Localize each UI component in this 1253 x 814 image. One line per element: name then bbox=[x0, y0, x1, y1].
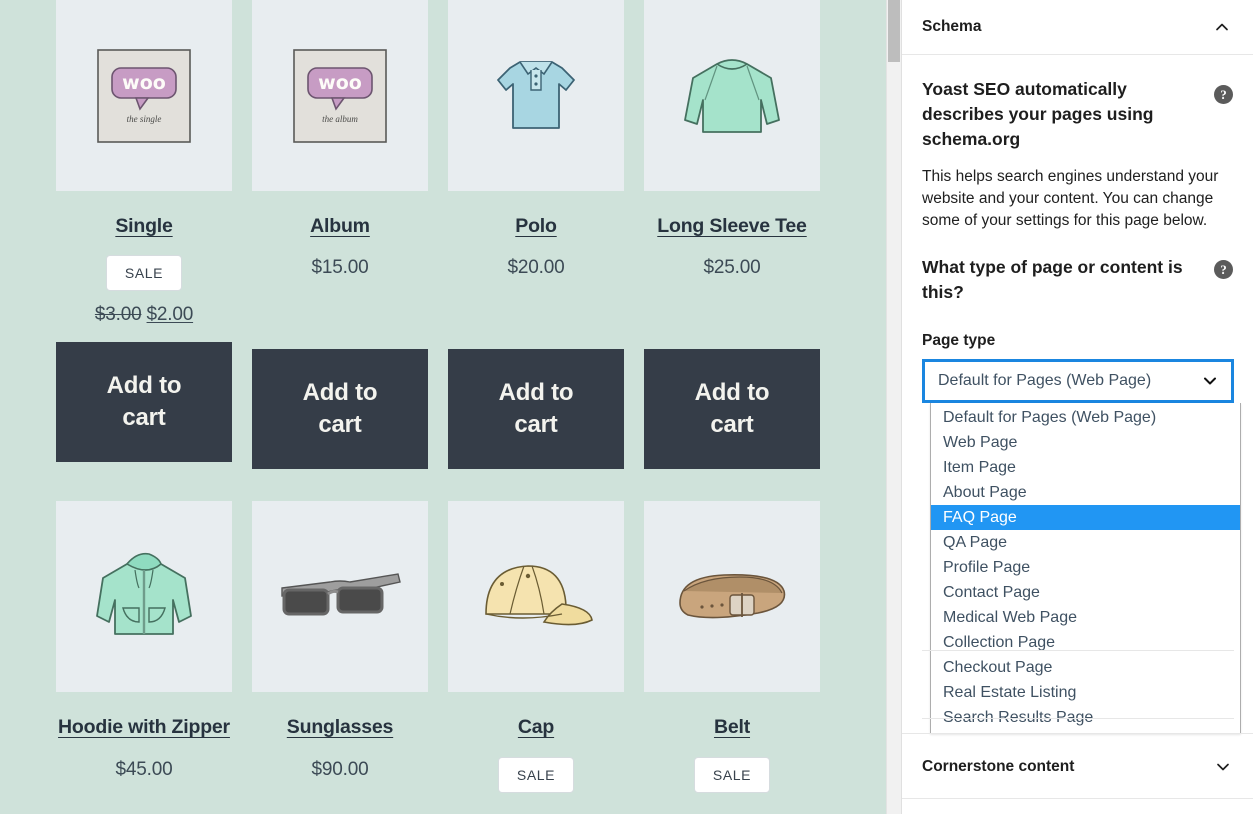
page-type-option[interactable]: Checkout Page bbox=[931, 655, 1240, 680]
product-thumbnail[interactable] bbox=[644, 0, 820, 191]
product-thumbnail[interactable] bbox=[56, 501, 232, 692]
product-name[interactable]: Belt bbox=[714, 716, 750, 739]
page-type-option[interactable]: Web Page bbox=[931, 430, 1240, 455]
section-divider bbox=[922, 718, 1234, 719]
hoodie-with-zipper-icon bbox=[79, 534, 209, 659]
svg-text:woo: woo bbox=[122, 72, 166, 94]
page-type-select[interactable]: Default for Pages (Web Page) bbox=[922, 359, 1234, 403]
baseball-cap-icon bbox=[466, 542, 606, 652]
woo-single-record-icon: woo the single bbox=[84, 36, 204, 156]
product-name[interactable]: Sunglasses bbox=[287, 716, 393, 739]
product-name[interactable]: Cap bbox=[518, 716, 554, 739]
add-to-cart-button[interactable]: Add to cart bbox=[56, 342, 232, 462]
help-circle-icon[interactable]: ? bbox=[1214, 260, 1233, 279]
schema-description: This helps search engines understand you… bbox=[922, 166, 1222, 233]
product-price: $20.00 bbox=[508, 257, 565, 279]
product-price: $45.00 bbox=[116, 759, 173, 781]
product-price: $3.00 $2.00 bbox=[95, 304, 193, 326]
product-card-single[interactable]: woo the single Single SALE $3.00 $2.00 A… bbox=[56, 0, 232, 469]
yoast-schema-sidebar: Schema Yoast SEO automatically describes… bbox=[901, 0, 1253, 814]
product-price: $15.00 bbox=[312, 257, 369, 279]
add-to-cart-button[interactable]: Add to cart bbox=[448, 349, 624, 469]
schema-panel-body: Yoast SEO automatically describes your p… bbox=[902, 55, 1253, 403]
product-name[interactable]: Single bbox=[115, 215, 172, 238]
page-type-option[interactable]: Real Estate Listing bbox=[931, 680, 1240, 705]
product-price: $25.00 bbox=[704, 257, 761, 279]
help-circle-icon[interactable]: ? bbox=[1214, 85, 1233, 104]
leather-belt-icon bbox=[662, 547, 802, 647]
product-name[interactable]: Album bbox=[310, 215, 370, 238]
vertical-scrollbar[interactable] bbox=[886, 0, 902, 814]
scrollbar-thumb[interactable] bbox=[888, 0, 900, 62]
section-divider bbox=[922, 650, 1234, 651]
page-type-option[interactable]: Default for Pages (Web Page) bbox=[931, 405, 1240, 430]
schema-heading: Yoast SEO automatically describes your p… bbox=[922, 77, 1200, 152]
product-thumbnail[interactable] bbox=[644, 501, 820, 692]
section-divider bbox=[902, 733, 1253, 734]
product-card-polo[interactable]: Polo $20.00 Add to cart bbox=[448, 0, 624, 469]
shop-product-grid-region: woo the single Single SALE $3.00 $2.00 A… bbox=[0, 0, 886, 814]
cornerstone-panel-header[interactable]: Cornerstone content bbox=[902, 740, 1253, 794]
cornerstone-panel-title: Cornerstone content bbox=[922, 758, 1074, 776]
product-row: woo the single Single SALE $3.00 $2.00 A… bbox=[56, 0, 826, 469]
sale-badge: SALE bbox=[694, 757, 770, 793]
product-thumbnail[interactable]: woo the album bbox=[252, 0, 428, 191]
page-type-options-list[interactable]: Default for Pages (Web Page)Web PageItem… bbox=[930, 403, 1241, 734]
page-type-option[interactable]: FAQ Page bbox=[931, 505, 1240, 530]
product-card-hoodie-with-zipper[interactable]: Hoodie with Zipper $45.00 bbox=[56, 501, 232, 792]
page-type-option[interactable]: About Page bbox=[931, 480, 1240, 505]
svg-text:the album: the album bbox=[322, 114, 358, 124]
product-card-belt[interactable]: Belt SALE bbox=[644, 501, 820, 792]
product-name[interactable]: Long Sleeve Tee bbox=[657, 215, 806, 238]
page-type-selected-value: Default for Pages (Web Page) bbox=[938, 372, 1151, 390]
polo-shirt-icon bbox=[476, 36, 596, 156]
page-type-option[interactable]: Medical Web Page bbox=[931, 605, 1240, 630]
long-sleeve-tee-icon bbox=[667, 36, 797, 156]
add-to-cart-button[interactable]: Add to cart bbox=[644, 349, 820, 469]
sunglasses-icon bbox=[270, 552, 410, 642]
add-to-cart-button[interactable]: Add to cart bbox=[252, 349, 428, 469]
svg-text:the single: the single bbox=[127, 114, 162, 124]
page-type-select-wrapper: Default for Pages (Web Page) Default for… bbox=[922, 359, 1234, 403]
product-thumbnail[interactable]: woo the single bbox=[56, 0, 232, 191]
product-name[interactable]: Hoodie with Zipper bbox=[58, 716, 230, 739]
page-type-option[interactable]: Contact Page bbox=[931, 580, 1240, 605]
sale-badge: SALE bbox=[498, 757, 574, 793]
product-thumbnail[interactable] bbox=[448, 0, 624, 191]
page-type-option[interactable]: Item Page bbox=[931, 455, 1240, 480]
page-type-option[interactable]: QA Page bbox=[931, 530, 1240, 555]
chevron-down-icon[interactable] bbox=[1212, 756, 1234, 778]
product-thumbnail[interactable] bbox=[252, 501, 428, 692]
product-name[interactable]: Polo bbox=[515, 215, 556, 238]
product-row: Hoodie with Zipper $45.00 Sunglasses $90… bbox=[56, 501, 826, 792]
schema-panel-header[interactable]: Schema bbox=[902, 0, 1253, 54]
chevron-down-icon[interactable] bbox=[1201, 372, 1219, 390]
schema-question: What type of page or content is this? bbox=[922, 255, 1187, 305]
product-card-sunglasses[interactable]: Sunglasses $90.00 bbox=[252, 501, 428, 792]
price-original: $3.00 bbox=[95, 304, 142, 325]
product-card-long-sleeve-tee[interactable]: Long Sleeve Tee $25.00 Add to cart bbox=[644, 0, 820, 469]
sale-badge: SALE bbox=[106, 255, 182, 291]
section-divider bbox=[902, 798, 1253, 799]
chevron-up-icon[interactable] bbox=[1211, 16, 1233, 38]
product-card-album[interactable]: woo the album Album $15.00 Add to cart bbox=[252, 0, 428, 469]
svg-text:woo: woo bbox=[318, 72, 362, 94]
product-price: $90.00 bbox=[312, 759, 369, 781]
product-grid: woo the single Single SALE $3.00 $2.00 A… bbox=[56, 0, 826, 793]
schema-question-row: What type of page or content is this? ? bbox=[922, 233, 1233, 305]
product-card-cap[interactable]: Cap SALE bbox=[448, 501, 624, 792]
woo-album-record-icon: woo the album bbox=[280, 36, 400, 156]
page-type-option[interactable]: Profile Page bbox=[931, 555, 1240, 580]
price-sale: $2.00 bbox=[147, 304, 194, 325]
schema-heading-row: Yoast SEO automatically describes your p… bbox=[922, 55, 1233, 152]
page-type-label: Page type bbox=[922, 332, 1233, 350]
product-thumbnail[interactable] bbox=[448, 501, 624, 692]
schema-panel-title: Schema bbox=[922, 18, 981, 36]
